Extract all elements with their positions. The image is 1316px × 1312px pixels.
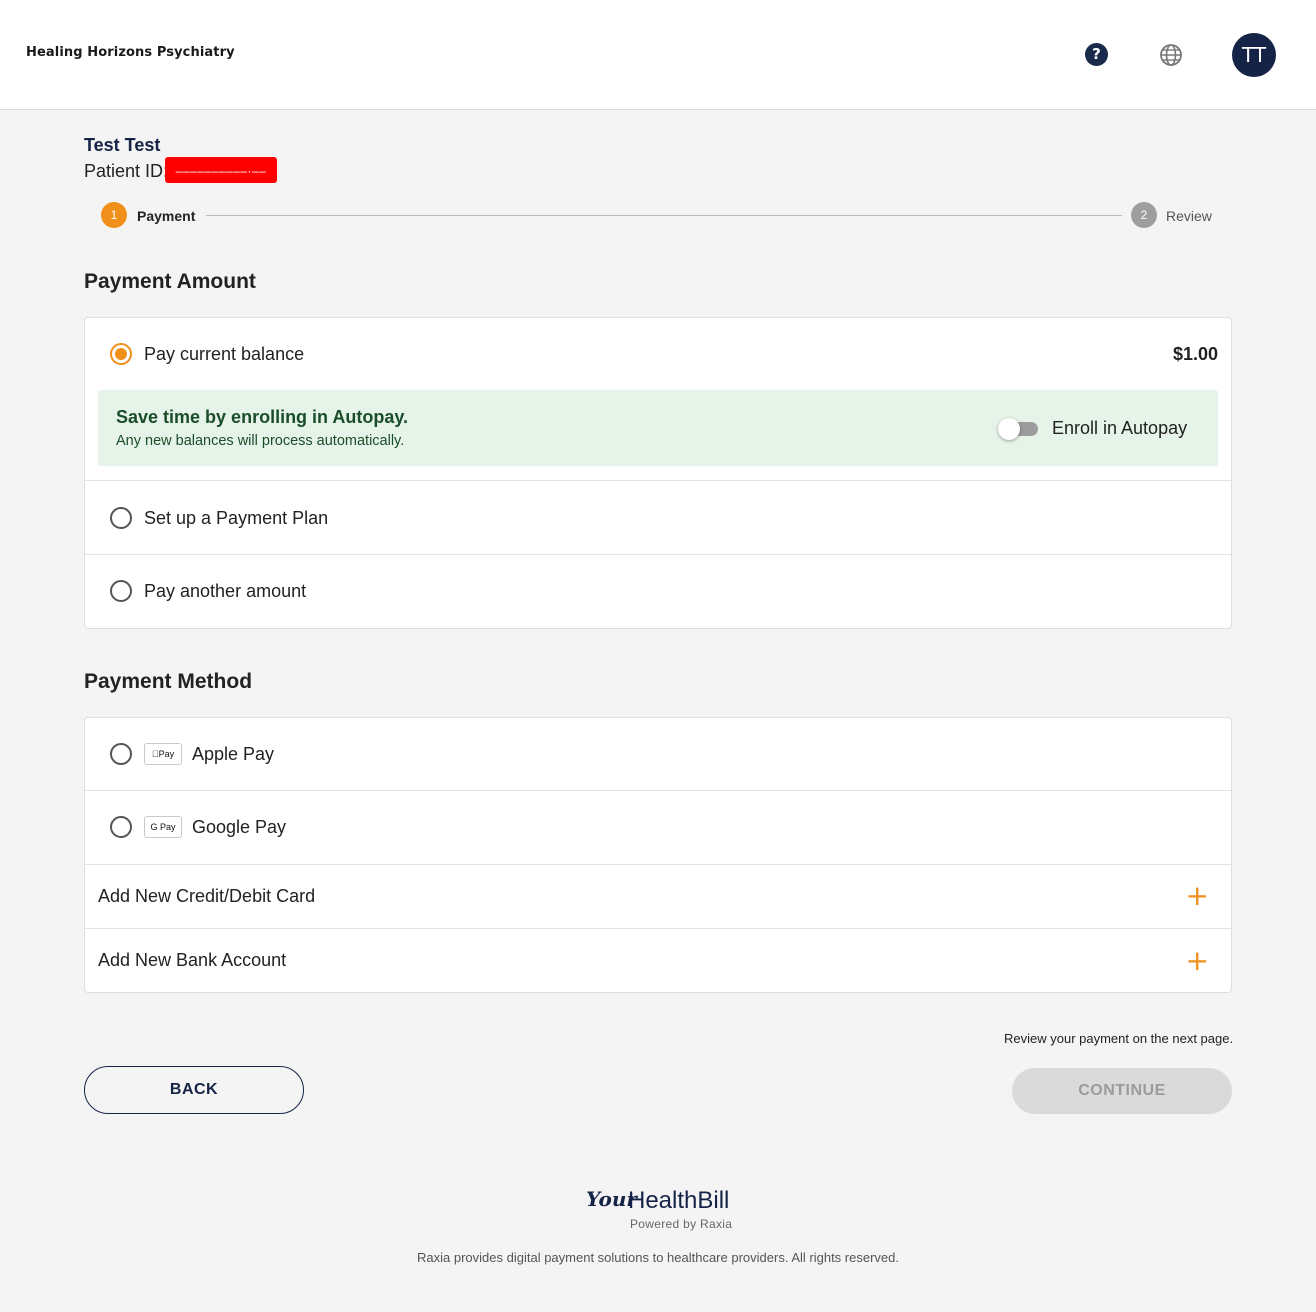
step-1-indicator: 1 — [101, 202, 127, 228]
option-pay-current-balance[interactable]: Pay current balance $1.00 — [85, 318, 1231, 390]
patient-id-redacted: ––––––––––·–– — [165, 157, 277, 183]
option-payment-plan[interactable]: Set up a Payment Plan — [85, 481, 1231, 554]
add-bank-account-button[interactable]: Add New Bank Account + — [85, 929, 1231, 992]
question-circle-icon[interactable]: ? — [1085, 43, 1108, 66]
user-avatar[interactable]: TT — [1232, 33, 1276, 77]
option-pay-another-amount[interactable]: Pay another amount — [85, 555, 1231, 628]
yourhealthbill-logo: Your HealthBill — [586, 1186, 736, 1218]
apple-pay-icon: Pay — [144, 743, 182, 765]
review-note: Review your payment on the next page. — [1004, 1031, 1234, 1046]
pay-another-amount-radio[interactable] — [110, 580, 132, 602]
payment-plan-label: Set up a Payment Plan — [144, 508, 329, 528]
footer-copyright: Raxia provides digital payment solutions… — [417, 1250, 899, 1265]
payment-method-heading: Payment Method — [84, 670, 253, 693]
stepper-connector — [206, 215, 1122, 216]
autopay-promo: Save time by enrolling in Autopay. Any n… — [98, 390, 1218, 466]
payment-plan-radio[interactable] — [110, 507, 132, 529]
add-bank-account-label: Add New Bank Account — [98, 950, 287, 970]
autopay-toggle-thumb — [998, 418, 1020, 440]
app-header: Healing Horizons Psychiatry ? TT — [0, 0, 1316, 110]
step-2-label: Review — [1166, 208, 1212, 224]
plus-icon: + — [1185, 879, 1209, 912]
logo-healthbill-text: HealthBill — [628, 1187, 730, 1214]
patient-id-label: Patient ID: — [84, 161, 169, 181]
globe-icon[interactable] — [1159, 43, 1183, 67]
step-2-indicator: 2 — [1131, 202, 1157, 228]
apple-pay-radio[interactable] — [110, 743, 132, 765]
back-button[interactable]: BACK — [84, 1066, 304, 1114]
google-pay-icon: G Pay — [144, 816, 182, 838]
continue-button[interactable]: CONTINUE — [1012, 1068, 1232, 1114]
current-balance-amount: $1.00 — [1172, 344, 1218, 364]
option-apple-pay[interactable]: Pay Apple Pay — [85, 718, 1231, 790]
autopay-subtitle: Any new balances will process automatica… — [116, 433, 405, 449]
autopay-toggle[interactable] — [998, 418, 1038, 440]
patient-name: Test Test — [84, 135, 161, 155]
add-card-button[interactable]: Add New Credit/Debit Card + — [85, 865, 1231, 928]
autopay-title: Save time by enrolling in Autopay. — [116, 407, 409, 427]
autopay-toggle-label[interactable]: Enroll in Autopay — [1052, 418, 1187, 439]
payment-method-card: Pay Apple Pay G Pay Google Pay Add New … — [84, 717, 1232, 993]
plus-icon: + — [1185, 944, 1209, 977]
pay-current-balance-radio[interactable] — [110, 343, 132, 365]
option-google-pay[interactable]: G Pay Google Pay — [85, 791, 1231, 864]
powered-by: Powered by Raxia — [630, 1217, 733, 1231]
step-1-label: Payment — [137, 208, 196, 224]
practice-name: Healing Horizons Psychiatry — [26, 45, 235, 60]
apple-pay-label: Apple Pay — [192, 744, 275, 764]
payment-amount-heading: Payment Amount — [84, 270, 256, 293]
pay-current-balance-label: Pay current balance — [144, 344, 305, 364]
pay-another-amount-label: Pay another amount — [144, 581, 307, 601]
google-pay-label: Google Pay — [192, 817, 287, 837]
payment-amount-card: Pay current balance $1.00 Save time by e… — [84, 317, 1232, 629]
google-pay-radio[interactable] — [110, 816, 132, 838]
add-card-label: Add New Credit/Debit Card — [98, 886, 316, 906]
